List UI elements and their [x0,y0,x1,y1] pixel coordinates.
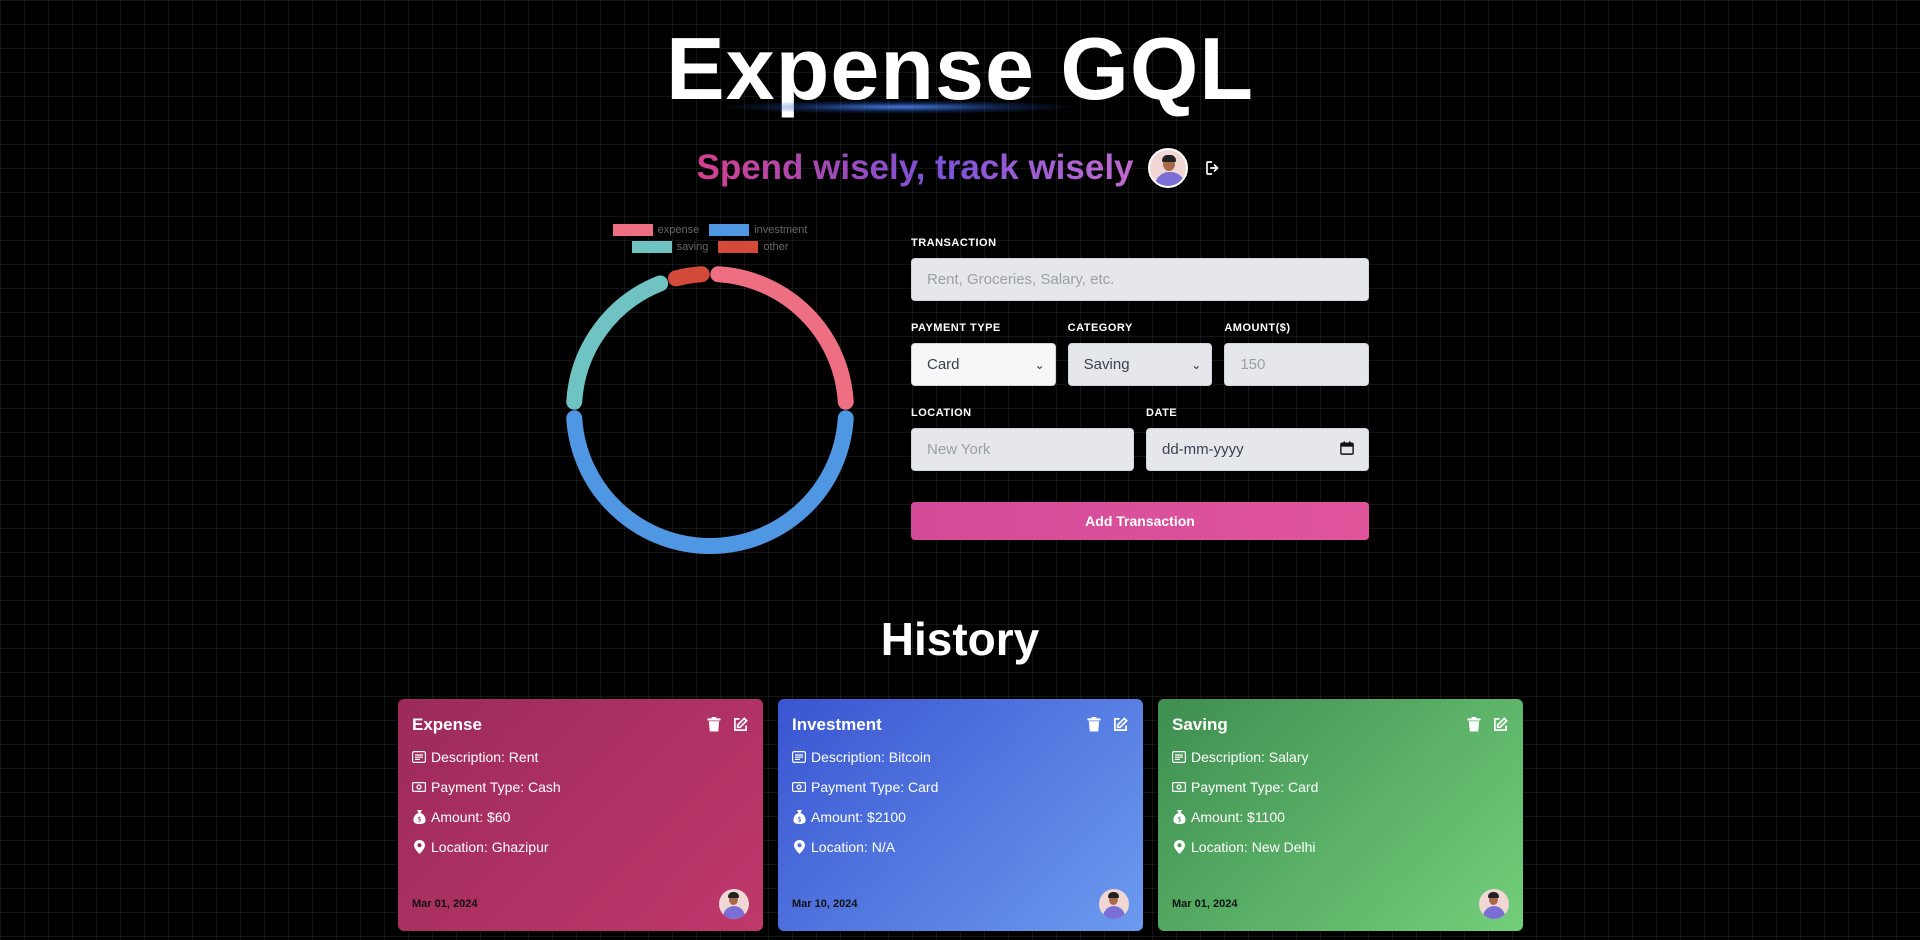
legend-label: other [763,241,789,253]
legend-swatch [631,241,672,253]
category-label: CATEGORY [1067,322,1133,334]
card-category: Saving [1172,715,1228,734]
card-payment-type: Payment Type: Card [1172,779,1509,795]
money-bag-icon: $ [412,810,426,824]
payment-type-select[interactable]: Card ⌄ [911,343,1056,386]
payment-type-value: Card [927,356,960,373]
edit-icon[interactable] [1493,717,1509,733]
description-icon [412,750,426,764]
transaction-placeholder: Rent, Groceries, Salary, etc. [927,271,1115,288]
legend-label: expense [657,224,700,236]
card-description: Description: Bitcoin [792,749,1129,765]
map-pin-icon [792,840,806,854]
card-amount: $ Amount: $1100 [1172,809,1509,825]
card-location: Location: New Delhi [1172,839,1509,855]
history-title: History [880,613,1040,665]
card-date: Mar 10, 2024 [792,898,858,910]
svg-text:$: $ [797,816,801,824]
location-placeholder: New York [927,441,991,458]
doughnut-chart: expense investment saving other [550,220,870,560]
legend-label: saving [676,241,709,253]
logout-icon[interactable] [1202,157,1224,179]
title-glow [720,100,1080,114]
card-avatar [1479,889,1509,919]
map-pin-icon [1172,840,1186,854]
card-category: Expense [412,715,482,734]
description-icon [1172,750,1186,764]
transaction-card: Expense Description: Rent Payment Type: … [398,699,763,931]
money-bag-icon: $ [792,810,806,824]
chart-segment-investment[interactable] [566,410,854,554]
history-cards: Expense Description: Rent Payment Type: … [398,699,1524,931]
card-avatar [719,889,749,919]
user-avatar[interactable] [1147,148,1188,188]
amount-placeholder: 150 [1240,356,1266,373]
legend-item-investment[interactable]: investment [709,224,807,236]
amount-label: AMOUNT($) [1224,322,1291,334]
date-input[interactable]: dd-mm-yyyy [1146,428,1369,471]
card-location: Location: Ghazipur [412,839,749,855]
map-pin-icon [412,840,426,854]
money-icon [412,780,426,794]
transaction-input[interactable]: Rent, Groceries, Salary, etc. [911,258,1369,301]
money-icon [792,780,806,794]
money-icon [1172,780,1186,794]
chevron-down-icon: ⌄ [1034,357,1045,372]
date-label: DATE [1146,407,1178,419]
edit-icon[interactable] [1113,717,1129,733]
svg-text:$: $ [417,816,421,824]
calendar-icon[interactable] [1340,440,1354,459]
chart-segment-other[interactable] [667,266,710,287]
description-icon [792,750,806,764]
category-select[interactable]: Saving ⌄ [1067,343,1213,386]
trash-icon[interactable] [1087,717,1103,733]
card-description: Description: Rent [412,749,749,765]
card-payment-type: Payment Type: Cash [412,779,749,795]
edit-icon[interactable] [733,717,749,733]
transaction-form: TRANSACTION Rent, Groceries, Salary, etc… [911,237,1370,540]
card-date: Mar 01, 2024 [412,898,478,910]
transaction-card: Saving Description: Salary Payment Type:… [1158,699,1523,931]
trash-icon[interactable] [707,717,723,733]
legend-item-other[interactable]: other [718,241,788,253]
location-label: LOCATION [911,407,972,419]
amount-input[interactable]: 150 [1224,343,1370,386]
money-bag-icon: $ [1172,810,1186,824]
card-avatar [1099,889,1129,919]
legend-swatch [718,241,759,253]
card-description: Description: Salary [1172,749,1509,765]
chart-segment-expense[interactable] [710,266,854,410]
date-placeholder: dd-mm-yyyy [1162,441,1244,458]
card-amount: $ Amount: $60 [412,809,749,825]
transaction-label: TRANSACTION [911,237,997,249]
payment-type-label: PAYMENT TYPE [911,322,1001,334]
legend-label: investment [754,224,808,236]
legend-item-saving[interactable]: saving [631,241,709,253]
card-date: Mar 01, 2024 [1172,898,1238,910]
card-amount: $ Amount: $2100 [792,809,1129,825]
legend-item-expense[interactable]: expense [612,224,700,236]
card-payment-type: Payment Type: Card [792,779,1129,795]
card-location: Location: N/A [792,839,1129,855]
add-transaction-button[interactable]: Add Transaction [911,502,1369,540]
legend-swatch [612,224,653,236]
chart-segment-saving[interactable] [566,275,669,410]
legend-swatch [709,224,750,236]
chart-svg [566,266,854,554]
subtitle: Spend wisely, track wisely [696,148,1134,187]
trash-icon[interactable] [1467,717,1483,733]
chevron-down-icon: ⌄ [1191,357,1202,372]
category-value: Saving [1083,356,1130,373]
card-category: Investment [792,715,882,734]
transaction-card: Investment Description: Bitcoin Payment … [778,699,1143,931]
subtitle-row: Spend wisely, track wisely [0,140,1920,196]
chart-legend: expense investment saving other [550,224,870,253]
location-input[interactable]: New York [911,428,1134,471]
svg-text:$: $ [1177,816,1181,824]
